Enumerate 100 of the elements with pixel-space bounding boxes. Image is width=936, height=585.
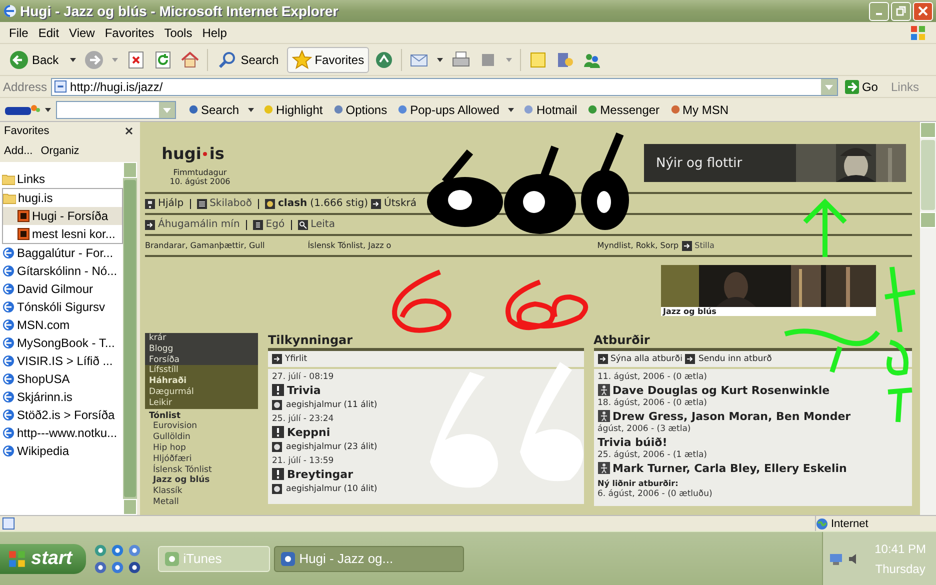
organize-button[interactable]: Organiz: [40, 145, 80, 157]
menu-item[interactable]: Help: [197, 26, 232, 40]
favorites-button[interactable]: Favorites: [286, 46, 370, 72]
close-button[interactable]: [913, 2, 933, 20]
event-title[interactable]: Mark Turner, Carla Bley, Ellery Eskelin: [612, 462, 847, 474]
msn-toolbar-button[interactable]: Hotmail: [519, 102, 582, 116]
post-title[interactable]: Trivia: [287, 384, 321, 396]
favorite-link[interactable]: Tónskóli Sigursv: [2, 298, 123, 316]
caret-icon[interactable]: [437, 58, 444, 62]
favorite-link[interactable]: Wikipedia: [2, 442, 123, 460]
sidebar-item[interactable]: Gullöldin: [145, 432, 258, 443]
quick-launch-icon[interactable]: [128, 560, 142, 574]
banner[interactable]: Nýir og flottir: [644, 144, 906, 182]
maximize-button[interactable]: [891, 2, 911, 20]
quick-launch-icon[interactable]: [128, 544, 142, 556]
msn-toolbar-button[interactable]: Search: [184, 102, 244, 116]
quick-launch-icon[interactable]: [111, 544, 124, 556]
sidebar-item[interactable]: Dægurmál: [145, 386, 258, 398]
caret-icon[interactable]: [248, 108, 254, 112]
add-button[interactable]: Add...: [4, 145, 33, 157]
go-button[interactable]: Go: [842, 80, 881, 94]
favorite-folder[interactable]: Links: [2, 170, 123, 188]
search-link[interactable]: Leita: [310, 219, 335, 230]
search-field[interactable]: [56, 100, 176, 118]
stop-icon[interactable]: [126, 50, 146, 70]
interests-link[interactable]: Áhugamálin mín: [158, 219, 240, 230]
sidebar-item[interactable]: Klassík: [145, 486, 258, 497]
address-field[interactable]: http://hugi.is/jazz/: [51, 78, 838, 96]
start-button[interactable]: start: [0, 544, 86, 574]
caret-icon[interactable]: [45, 108, 51, 112]
help-link[interactable]: Hjálp: [158, 198, 184, 209]
sidebar-item[interactable]: Hip hop: [145, 442, 258, 454]
favorite-item[interactable]: Hugi - Forsíða: [3, 207, 122, 225]
scrollbar[interactable]: [123, 162, 137, 515]
username-link[interactable]: clash: [278, 198, 308, 209]
network-icon[interactable]: [828, 552, 843, 566]
overview-link[interactable]: Yfirlit: [285, 354, 308, 364]
sidebar-item[interactable]: Blogg: [145, 344, 258, 355]
favorite-link[interactable]: ShopUSA: [2, 370, 123, 388]
msn-toolbar-button[interactable]: Options: [328, 102, 392, 116]
favorite-link[interactable]: Skjárinn.is: [2, 388, 123, 406]
media-icon[interactable]: [374, 50, 394, 70]
close-icon[interactable]: [125, 127, 133, 135]
home-icon[interactable]: [180, 50, 200, 70]
menu-item[interactable]: View: [64, 26, 100, 40]
search-button[interactable]: Search: [212, 46, 284, 72]
sidebar-item[interactable]: Háhraði: [145, 376, 258, 387]
events-link[interactable]: Sendu inn atburð: [698, 354, 772, 364]
menu-item[interactable]: Edit: [33, 26, 64, 40]
msn-toolbar-button[interactable]: My MSN: [666, 102, 733, 116]
caret-icon[interactable]: [508, 108, 514, 112]
msn-toolbar-button[interactable]: Messenger: [583, 102, 664, 116]
quick-launch-icon[interactable]: [111, 560, 124, 574]
site-logo[interactable]: hugi is: [162, 144, 224, 163]
sidebar-item[interactable]: Lífsstíll: [145, 365, 258, 376]
favorite-link[interactable]: Stöð2.is > Forsíða: [2, 406, 123, 424]
refresh-icon[interactable]: [152, 50, 173, 70]
ego-link[interactable]: Egó: [266, 219, 285, 230]
dropdown-icon[interactable]: [820, 78, 837, 94]
event-title[interactable]: Drew Gress, Jason Moran, Ben Monder: [612, 410, 851, 422]
minimize-button[interactable]: [869, 2, 889, 20]
menu-item[interactable]: File: [4, 26, 34, 40]
note-icon[interactable]: [528, 50, 548, 70]
sidebar-item[interactable]: Metall: [145, 496, 258, 508]
event-title[interactable]: Dave Douglas og Kurt Rosenwinkle: [612, 384, 830, 396]
favorite-link[interactable]: VISIR.IS > Lífið ...: [2, 352, 123, 370]
menu-item[interactable]: Favorites: [100, 26, 160, 40]
forward-icon[interactable]: [84, 50, 104, 70]
favorite-link[interactable]: http---www.notku...: [2, 424, 123, 442]
print-icon[interactable]: [451, 50, 472, 70]
caret-icon[interactable]: [70, 58, 76, 62]
favorite-folder[interactable]: hugi.is: [3, 189, 122, 207]
favorite-link[interactable]: David Gilmour: [2, 280, 123, 298]
menu-item[interactable]: Tools: [159, 26, 198, 40]
sidebar-item[interactable]: Íslensk Tónlist: [145, 464, 258, 476]
settings-link[interactable]: Stilla: [694, 241, 714, 250]
favorite-link[interactable]: Baggalútur - For...: [2, 244, 123, 262]
feature-card[interactable]: Jazz og blús: [661, 265, 876, 316]
event-title[interactable]: Trivia búið!: [598, 436, 668, 448]
favorite-link[interactable]: Gítarskólinn - Nó...: [2, 262, 123, 280]
post-author[interactable]: aegishjalmur (10 álit): [286, 484, 378, 494]
sidebar-item[interactable]: Forsíða: [145, 354, 258, 366]
post-author[interactable]: aegishjalmur (11 álit): [286, 400, 378, 410]
sidebar-item[interactable]: Jazz og blús: [145, 475, 258, 486]
favorite-link[interactable]: MSN.com: [2, 316, 123, 334]
post-author[interactable]: aegishjalmur (23 álit): [286, 442, 378, 452]
sidebar-item[interactable]: Leikir: [145, 398, 258, 409]
msn-toolbar-button[interactable]: Highlight: [259, 102, 327, 116]
logout-link[interactable]: Útskrá: [384, 198, 417, 209]
sidebar-item[interactable]: Tónlist: [145, 408, 258, 422]
quick-launch-icon[interactable]: [94, 560, 108, 574]
dropdown-icon[interactable]: [159, 102, 175, 118]
back-button[interactable]: Back: [4, 46, 64, 72]
messages-link[interactable]: Skilaboð: [210, 198, 252, 209]
post-title[interactable]: Breytingar: [287, 468, 354, 480]
msn-toolbar-button[interactable]: Pop-ups Allowed: [393, 102, 504, 116]
favorite-link[interactable]: MySongBook - T...: [2, 334, 123, 352]
sidebar-item[interactable]: Eurovision: [145, 421, 258, 432]
scrollbar[interactable]: [920, 122, 936, 515]
post-title[interactable]: Keppni: [287, 426, 330, 438]
